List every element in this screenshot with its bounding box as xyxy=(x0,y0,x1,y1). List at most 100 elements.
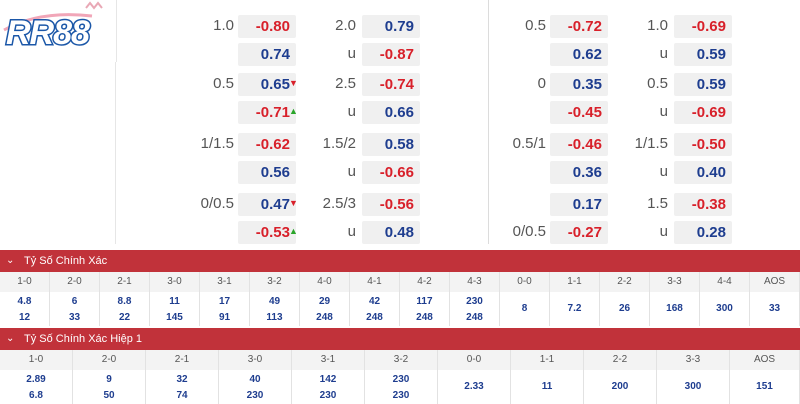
score-odds-cell[interactable]: 26 xyxy=(600,292,650,326)
odds-value[interactable]: -0.53 xyxy=(238,221,296,244)
odds-value[interactable]: 0.47 xyxy=(238,193,296,216)
odds-value: 248 xyxy=(466,312,483,323)
score-odds-cell[interactable]: 29 248 xyxy=(300,292,350,326)
score-odds-cell[interactable]: 2.89 6.8 xyxy=(0,370,73,404)
odds-value[interactable]: -0.45 xyxy=(550,101,608,124)
odds-value: 8.8 xyxy=(117,296,132,307)
odds-value[interactable]: -0.27 xyxy=(550,221,608,244)
odds-value[interactable]: -0.74 xyxy=(362,73,420,96)
score-odds-cell[interactable]: 2.33 xyxy=(438,370,511,404)
handicap-label: u xyxy=(347,103,356,120)
odds-value: 11 xyxy=(169,296,180,307)
score-odds-cell[interactable]: 230 248 xyxy=(450,292,500,326)
section-correct-score-header[interactable]: ⌄ Tỷ Số Chính Xác xyxy=(0,250,800,272)
odds-value: 8 xyxy=(521,303,528,314)
odds-value[interactable]: 0.35 xyxy=(550,73,608,96)
odds-value: 230 xyxy=(392,390,410,401)
score-odds-cell[interactable]: 142 230 xyxy=(292,370,365,404)
score-odds-cell[interactable]: 42 248 xyxy=(350,292,400,326)
odds-value[interactable]: 0.17 xyxy=(550,193,608,216)
chevron-down-icon[interactable]: ⌄ xyxy=(6,250,14,272)
odds-value[interactable]: 0.28 xyxy=(674,221,732,244)
odds-value: 300 xyxy=(684,381,702,392)
brand-logo[interactable]: RR88 xyxy=(0,0,117,62)
column-header: 3-3 xyxy=(650,272,700,292)
odds-value[interactable]: 0.79 xyxy=(362,15,420,38)
odds-value[interactable]: -0.56 xyxy=(362,193,420,216)
section-correct-score-half1-header[interactable]: ⌄ Tỷ Số Chính Xác Hiệp 1 xyxy=(0,328,800,350)
score-odds-cell[interactable]: 9 50 xyxy=(73,370,146,404)
odds-value[interactable]: -0.69 xyxy=(674,101,732,124)
arrow-up-icon: ▲ xyxy=(289,226,298,236)
odds-value: 6 xyxy=(71,296,78,307)
score-odds-cell[interactable]: 6 33 xyxy=(50,292,100,326)
odds-value[interactable]: -0.62 xyxy=(238,133,296,156)
score-odds-cell[interactable]: 11 xyxy=(511,370,584,404)
column-header: 3-2 xyxy=(250,272,300,292)
handicap-label: 2.0 xyxy=(335,17,356,34)
odds-value[interactable]: -0.69 xyxy=(674,15,732,38)
handicap-label: 1/1.5 xyxy=(200,135,234,152)
odds-value[interactable]: 0.66 xyxy=(362,101,420,124)
odds-value[interactable]: -0.80 xyxy=(238,15,296,38)
odds-value[interactable]: -0.71 xyxy=(238,101,296,124)
score-odds-cell[interactable]: 40 230 xyxy=(219,370,292,404)
chevron-down-icon[interactable]: ⌄ xyxy=(6,328,14,350)
odds-value: 9 xyxy=(106,374,112,385)
odds-value: 142 xyxy=(319,374,337,385)
odds-value[interactable]: 0.65 xyxy=(238,73,296,96)
handicap-label: u xyxy=(659,163,668,180)
odds-value[interactable]: -0.66 xyxy=(362,161,420,184)
score-odds-cell[interactable]: 32 74 xyxy=(146,370,219,404)
odds-value[interactable]: 0.56 xyxy=(238,161,296,184)
odds-value[interactable]: 0.58 xyxy=(362,133,420,156)
handicap-label: 0/0.5 xyxy=(512,223,546,240)
odds-value[interactable]: 0.48 xyxy=(362,221,420,244)
column-header: 4-3 xyxy=(450,272,500,292)
score-odds-cell[interactable]: 300 xyxy=(700,292,750,326)
score-odds-cell[interactable]: 49 113 xyxy=(250,292,300,326)
odds-value[interactable]: 0.62 xyxy=(550,43,608,66)
odds-value[interactable]: -0.46 xyxy=(550,133,608,156)
score-odds-cell[interactable]: 168 xyxy=(650,292,700,326)
section-title: Tỷ Số Chính Xác Hiệp 1 xyxy=(24,333,143,345)
odds-value[interactable]: -0.72 xyxy=(550,15,608,38)
column-header: 1-1 xyxy=(550,272,600,292)
left-divider xyxy=(115,62,116,244)
score-odds-cell[interactable]: 17 91 xyxy=(200,292,250,326)
score-odds-cell[interactable]: 8 xyxy=(500,292,550,326)
score-odds-cell[interactable]: 7.2 xyxy=(550,292,600,326)
section1-header-row: 1-0 2-0 2-1 3-0 3-1 3-2 4-0 4-1 4-2 4-3 0-0 1-1 2-2 3… xyxy=(0,272,800,292)
odds-value: 22 xyxy=(118,312,131,323)
odds-value[interactable]: 0.59 xyxy=(674,43,732,66)
handicap-label: 0 xyxy=(537,75,546,92)
logo-text: RR88 xyxy=(5,13,92,54)
arrow-up-icon: ▲ xyxy=(289,106,298,116)
odds-value[interactable]: -0.87 xyxy=(362,43,420,66)
score-odds-cell[interactable]: 117 248 xyxy=(400,292,450,326)
odds-value[interactable]: 0.74 xyxy=(238,43,296,66)
odds-value: 168 xyxy=(666,303,683,314)
column-header: 3-3 xyxy=(657,350,730,370)
score-odds-cell[interactable]: 11 145 xyxy=(150,292,200,326)
odds-value: 26 xyxy=(618,303,631,314)
odds-value: 117 xyxy=(416,296,433,307)
score-odds-cell[interactable]: 230 230 xyxy=(365,370,438,404)
odds-value: 50 xyxy=(103,390,115,401)
odds-value[interactable]: 0.59 xyxy=(674,73,732,96)
odds-value[interactable]: -0.38 xyxy=(674,193,732,216)
odds-value[interactable]: 0.36 xyxy=(550,161,608,184)
score-odds-cell[interactable]: 33 xyxy=(750,292,800,326)
odds-value: 300 xyxy=(716,303,733,314)
score-odds-cell[interactable]: 4.8 12 xyxy=(0,292,50,326)
column-header: 2-0 xyxy=(73,350,146,370)
score-odds-cell[interactable]: 8.8 22 xyxy=(100,292,150,326)
odds-value[interactable]: -0.50 xyxy=(674,133,732,156)
column-header: 0-0 xyxy=(500,272,550,292)
column-header: 2-2 xyxy=(600,272,650,292)
score-odds-cell[interactable]: 300 xyxy=(657,370,730,404)
handicap-label: 0.5 xyxy=(647,75,668,92)
score-odds-cell[interactable]: 200 xyxy=(584,370,657,404)
score-odds-cell[interactable]: 151 xyxy=(730,370,800,404)
odds-value[interactable]: 0.40 xyxy=(674,161,732,184)
